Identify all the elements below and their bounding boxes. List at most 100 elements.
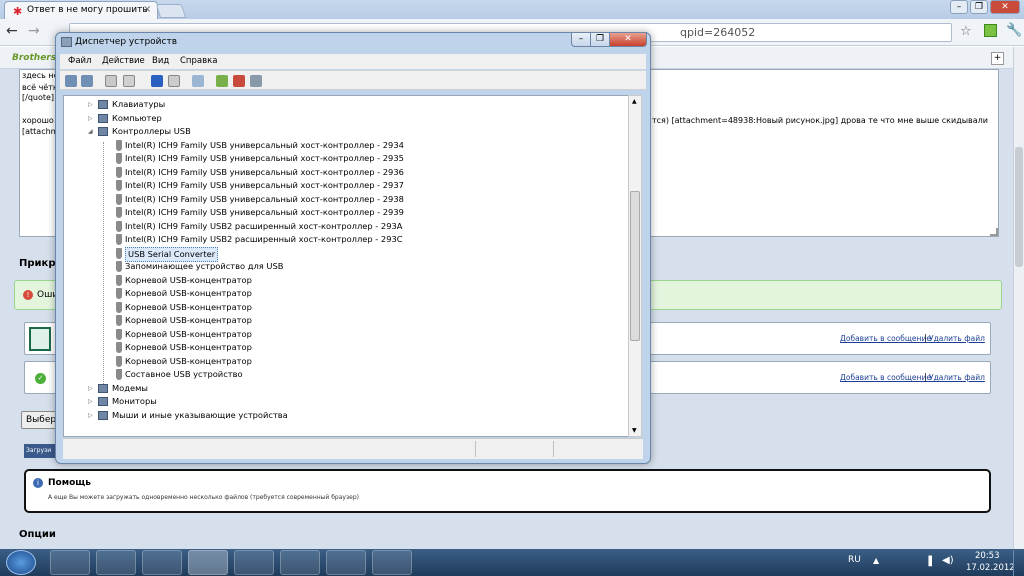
menu-view[interactable]: Вид bbox=[152, 56, 169, 66]
collapse-arrow-icon[interactable]: ◢ bbox=[88, 125, 96, 138]
tree-device[interactable]: Intel(R) ICH9 Family USB универсальный х… bbox=[64, 193, 624, 206]
clock-time[interactable]: 20:53 bbox=[975, 551, 1000, 561]
usb-plug-icon bbox=[116, 369, 122, 380]
upload-label: Загрузи bbox=[26, 447, 52, 454]
taskbar-ie-icon[interactable] bbox=[142, 550, 182, 575]
back-icon[interactable]: ← bbox=[6, 23, 18, 39]
delete-file-link[interactable]: Удалить файл bbox=[929, 334, 985, 343]
menu-action[interactable]: Действие bbox=[102, 56, 145, 66]
tree-category[interactable]: ▷ Модемы bbox=[64, 382, 624, 395]
network-icon[interactable]: ▐ bbox=[925, 557, 932, 567]
tree-device[interactable]: USB Serial Converter bbox=[64, 246, 624, 262]
help-icon[interactable] bbox=[151, 75, 163, 87]
tree-category[interactable]: ▷ Мыши и иные указывающие устройства bbox=[64, 409, 624, 422]
choose-file-label: Выбер bbox=[26, 415, 57, 425]
back-icon[interactable] bbox=[65, 75, 77, 87]
wrench-icon[interactable]: 🔧 bbox=[1006, 23, 1022, 38]
tree-device[interactable]: Корневой USB-концентратор bbox=[64, 274, 624, 287]
usb-plug-icon bbox=[116, 139, 122, 151]
expand-arrow-icon[interactable]: ▷ bbox=[88, 98, 96, 111]
textarea-resize-handle[interactable] bbox=[990, 228, 998, 236]
expand-arrow-icon[interactable]: ▷ bbox=[88, 395, 96, 408]
disable-device-icon[interactable] bbox=[250, 75, 262, 87]
tree-device[interactable]: Корневой USB-концентратор bbox=[64, 287, 624, 300]
usb-plug-icon bbox=[116, 328, 122, 340]
tree-device[interactable]: Корневой USB-концентратор bbox=[64, 355, 624, 368]
taskbar-toolbox-icon[interactable] bbox=[326, 550, 366, 575]
browser-tab[interactable]: ✱ Ответ в не могу прошить × bbox=[4, 1, 158, 19]
tree-device[interactable]: Intel(R) ICH9 Family USB универсальный х… bbox=[64, 206, 624, 219]
menu-help[interactable]: Справка bbox=[180, 56, 217, 66]
tree-device[interactable]: Корневой USB-концентратор bbox=[64, 328, 624, 341]
tab-close-icon[interactable]: × bbox=[143, 4, 151, 15]
tray-expand-icon[interactable]: ▲ bbox=[873, 556, 879, 565]
add-panel-icon[interactable]: + bbox=[991, 52, 1004, 65]
upload-button[interactable]: Загрузи bbox=[24, 444, 57, 458]
tree-view-icon[interactable] bbox=[123, 75, 135, 87]
tree-item-label: Запоминающее устройство для USB bbox=[125, 261, 284, 271]
tree-device[interactable]: Составное USB устройство bbox=[64, 368, 624, 381]
dm-scroll-thumb[interactable] bbox=[630, 191, 640, 341]
dm-minimize-button[interactable]: – bbox=[571, 32, 591, 47]
tree-category[interactable]: ▷ Мониторы bbox=[64, 395, 624, 408]
tree-device[interactable]: Intel(R) ICH9 Family USB2 расширенный хо… bbox=[64, 233, 624, 246]
tree-category[interactable]: ▷ Компьютер bbox=[64, 112, 624, 125]
tree-device[interactable]: Корневой USB-концентратор bbox=[64, 301, 624, 314]
new-tab-button[interactable] bbox=[155, 4, 187, 18]
tree-item-label: Составное USB устройство bbox=[125, 369, 243, 379]
scan-hardware-icon[interactable] bbox=[192, 75, 204, 87]
scroll-up-icon[interactable]: ▲ bbox=[632, 98, 637, 105]
dm-close-button[interactable]: ✕ bbox=[609, 32, 647, 47]
language-indicator[interactable]: RU bbox=[848, 555, 861, 565]
tree-category[interactable]: ◢ Контроллеры USB bbox=[64, 125, 624, 138]
close-button[interactable]: ✕ bbox=[990, 0, 1020, 14]
device-tree[interactable]: ▷ Клавиатуры ▷ Компьютер ◢ Контроллеры USB Int… bbox=[63, 95, 629, 437]
maximize-button[interactable]: ❐ bbox=[970, 0, 988, 14]
expand-arrow-icon[interactable]: ▷ bbox=[88, 409, 96, 422]
volume-icon[interactable]: ◀) bbox=[942, 555, 954, 566]
taskbar-paint-icon[interactable] bbox=[372, 550, 412, 575]
delete-file-link[interactable]: Удалить файл bbox=[929, 373, 985, 382]
tree-device[interactable]: Intel(R) ICH9 Family USB универсальный х… bbox=[64, 139, 624, 152]
forward-icon[interactable]: → bbox=[28, 23, 40, 39]
expand-arrow-icon[interactable]: ▷ bbox=[88, 382, 96, 395]
bookmark-star-icon[interactable]: ☆ bbox=[960, 24, 972, 39]
panel-icon[interactable] bbox=[168, 75, 180, 87]
tree-device[interactable]: Корневой USB-концентратор bbox=[64, 341, 624, 354]
tree-device[interactable]: Intel(R) ICH9 Family USB2 расширенный хо… bbox=[64, 220, 624, 233]
add-to-post-link[interactable]: Добавить в сообщение bbox=[840, 334, 931, 343]
taskbar-media-player-icon[interactable] bbox=[96, 550, 136, 575]
tree-device[interactable]: Запоминающее устройство для USB bbox=[64, 260, 624, 273]
page-scrollbar[interactable] bbox=[1013, 47, 1024, 549]
menu-file[interactable]: Файл bbox=[68, 56, 91, 66]
dm-statusbar bbox=[63, 438, 643, 459]
taskbar-explorer-icon[interactable] bbox=[50, 550, 90, 575]
minimize-button[interactable]: – bbox=[950, 0, 968, 14]
update-driver-icon[interactable] bbox=[216, 75, 228, 87]
taskbar-device-manager-icon[interactable] bbox=[188, 550, 228, 575]
expand-arrow-icon[interactable]: ▷ bbox=[88, 112, 96, 125]
extension-icon[interactable] bbox=[984, 24, 997, 37]
tree-item-label: Корневой USB-концентратор bbox=[125, 288, 252, 298]
tree-category[interactable]: ▷ Клавиатуры bbox=[64, 98, 624, 111]
show-desktop-button[interactable] bbox=[1013, 550, 1024, 576]
dm-scrollbar[interactable]: ▲ ▼ bbox=[628, 95, 642, 437]
page-scroll-thumb[interactable] bbox=[1015, 147, 1023, 267]
start-button[interactable] bbox=[6, 550, 36, 575]
tree-device[interactable]: Intel(R) ICH9 Family USB универсальный х… bbox=[64, 166, 624, 179]
uninstall-icon[interactable] bbox=[233, 75, 245, 87]
properties-view-icon[interactable] bbox=[105, 75, 117, 87]
tree-device[interactable]: Intel(R) ICH9 Family USB универсальный х… bbox=[64, 179, 624, 192]
add-to-post-link[interactable]: Добавить в сообщение bbox=[840, 373, 931, 382]
dm-maximize-button[interactable]: ❐ bbox=[590, 32, 610, 47]
taskbar-chrome-icon[interactable] bbox=[234, 550, 274, 575]
quote-line: [attachm bbox=[22, 127, 59, 136]
forward-icon[interactable] bbox=[81, 75, 93, 87]
taskbar-app-icon[interactable] bbox=[280, 550, 320, 575]
scroll-down-icon[interactable]: ▼ bbox=[632, 427, 637, 434]
tree-device[interactable]: Корневой USB-концентратор bbox=[64, 314, 624, 327]
device-category-icon bbox=[98, 127, 108, 136]
bookmark-brothers[interactable]: Brothers bbox=[12, 53, 56, 63]
tree-device[interactable]: Intel(R) ICH9 Family USB универсальный х… bbox=[64, 152, 624, 165]
clock-date[interactable]: 17.02.2012 bbox=[966, 563, 1015, 573]
